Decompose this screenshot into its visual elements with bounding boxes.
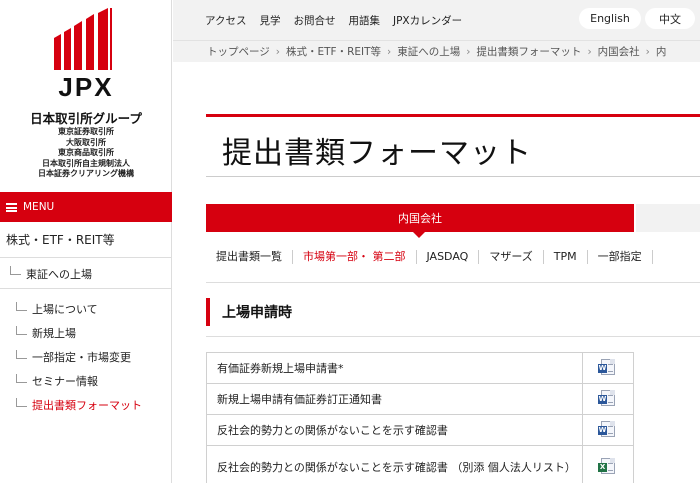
sidebar-item-seminar[interactable]: セミナー情報 xyxy=(0,369,172,393)
tree-branch-icon xyxy=(16,301,27,311)
breadcrumb-item[interactable]: トップページ xyxy=(207,44,270,59)
utility-link-glossary[interactable]: 用語集 xyxy=(348,13,380,28)
tab-foreign-company[interactable] xyxy=(636,204,700,232)
subsidiary-list: 東京証券取引所 大阪取引所 東京商品取引所 日本取引所自主規制法人 日本証券クリ… xyxy=(0,127,172,180)
sidebar-item-stocks-etf-reit[interactable]: 株式・ETF・REIT等 xyxy=(0,222,172,258)
section-divider xyxy=(206,336,700,337)
sidebar-item-label: 株式・ETF・REIT等 xyxy=(6,233,115,247)
subnav-document-list[interactable]: 提出書類一覧 xyxy=(206,250,293,264)
sidebar-item-label: 新規上場 xyxy=(32,327,76,340)
breadcrumb-separator-icon: › xyxy=(275,45,280,58)
breadcrumb-item[interactable]: 内国会社 xyxy=(598,44,640,59)
download-cell: W xyxy=(582,383,634,415)
english-button[interactable]: English xyxy=(579,8,641,29)
company-type-tabs: 内国会社 xyxy=(206,204,700,238)
document-name[interactable]: 反社会的勢力との関係がないことを示す確認書 xyxy=(205,414,584,446)
breadcrumb-item[interactable]: 提出書類フォーマット xyxy=(476,44,581,59)
tree-branch-icon xyxy=(10,266,21,275)
jpx-logo[interactable]: JPX 日本取引所グループ 東京証券取引所 大阪取引所 東京商品取引所 日本取引… xyxy=(0,0,172,190)
subnav-tpm[interactable]: TPM xyxy=(544,250,588,264)
download-cell: X xyxy=(582,445,634,483)
subsidiary-name: 東京証券取引所 xyxy=(58,127,114,136)
subnav-mothers[interactable]: マザーズ xyxy=(479,250,544,264)
menu-label: MENU xyxy=(23,201,55,213)
sidebar-item-tse-listing[interactable]: 東証への上場 xyxy=(0,259,172,289)
jpx-logo-mark-icon xyxy=(54,8,112,70)
sidebar-item-about-listing[interactable]: 上場について xyxy=(0,297,172,321)
breadcrumb-item[interactable]: 内 xyxy=(656,44,667,59)
subnav-first-second-section[interactable]: 市場第一部・ 第二部 xyxy=(293,250,417,264)
breadcrumb-separator-icon: › xyxy=(466,45,471,58)
title-divider xyxy=(206,176,700,177)
group-name: 日本取引所グループ xyxy=(30,111,142,126)
sidebar-item-label: セミナー情報 xyxy=(32,375,98,388)
tree-branch-icon xyxy=(16,349,27,359)
document-table: 有価証券新規上場申請書* W 新規上場申請有価証券訂正通知書 W 反社会的勢力と… xyxy=(205,352,634,483)
sidebar-item-market-change[interactable]: 一部指定・市場変更 xyxy=(0,345,172,369)
download-cell: W xyxy=(582,414,634,446)
market-subnav: 提出書類一覧 市場第一部・ 第二部 JASDAQ マザーズ TPM 一部指定 xyxy=(206,246,653,268)
breadcrumb-item[interactable]: 東証への上場 xyxy=(397,44,460,59)
table-row: 有価証券新規上場申請書* W xyxy=(205,352,634,384)
breadcrumb-item[interactable]: 株式・ETF・REIT等 xyxy=(286,44,381,59)
subnav-first-section-designation[interactable]: 一部指定 xyxy=(588,250,653,264)
utility-link-tour[interactable]: 見学 xyxy=(259,13,280,28)
word-icon[interactable]: W xyxy=(598,358,616,375)
breadcrumb-separator-icon: › xyxy=(645,45,650,58)
sidebar-item-new-listing[interactable]: 新規上場 xyxy=(0,321,172,345)
sidebar: JPX 日本取引所グループ 東京証券取引所 大阪取引所 東京商品取引所 日本取引… xyxy=(0,0,172,483)
sidebar-item-label: 上場について xyxy=(32,303,98,316)
sidebar-item-label: 一部指定・市場変更 xyxy=(32,351,131,364)
table-row: 反社会的勢力との関係がないことを示す確認書 （別添 個人法人リスト） X xyxy=(205,445,634,483)
logo-text: JPX xyxy=(58,72,114,102)
menu-button[interactable]: MENU xyxy=(0,192,172,222)
word-icon[interactable]: W xyxy=(598,389,616,406)
utility-link-contact[interactable]: お問合せ xyxy=(293,13,335,28)
sidebar-item-document-formats[interactable]: 提出書類フォーマット xyxy=(0,393,172,417)
table-row: 反社会的勢力との関係がないことを示す確認書 W xyxy=(205,414,634,446)
tree-branch-icon xyxy=(16,325,27,335)
download-cell: W xyxy=(582,352,634,384)
page-title: 提出書類フォーマット xyxy=(222,136,532,171)
tab-domestic-company[interactable]: 内国会社 xyxy=(206,204,634,238)
title-accent-bar xyxy=(206,114,700,117)
subsidiary-name: 東京商品取引所 xyxy=(58,148,114,157)
utility-link-access[interactable]: アクセス xyxy=(205,13,246,28)
breadcrumb: トップページ › 株式・ETF・REIT等 › 東証への上場 › 提出書類フォー… xyxy=(173,40,700,62)
word-icon[interactable]: W xyxy=(598,420,616,437)
subsidiary-name: 大阪取引所 xyxy=(66,137,106,147)
section-divider xyxy=(206,282,700,283)
document-name[interactable]: 新規上場申請有価証券訂正通知書 xyxy=(205,383,584,415)
breadcrumb-separator-icon: › xyxy=(387,45,392,58)
subnav-jasdaq[interactable]: JASDAQ xyxy=(417,250,480,264)
subsidiary-name: 日本取引所自主規制法人 xyxy=(42,158,130,168)
excel-icon[interactable]: X xyxy=(598,458,616,474)
tree-branch-icon xyxy=(16,373,27,383)
tree-branch-icon xyxy=(16,397,27,407)
tab-label: 内国会社 xyxy=(398,212,442,225)
section-heading: 上場申請時 xyxy=(206,298,292,326)
sidebar-item-label: 東証への上場 xyxy=(26,267,92,281)
document-name[interactable]: 反社会的勢力との関係がないことを示す確認書 （別添 個人法人リスト） xyxy=(205,445,584,483)
utility-nav: アクセス 見学 お問合せ 用語集 JPXカレンダー xyxy=(205,13,475,28)
top-utility-bar: アクセス 見学 お問合せ 用語集 JPXカレンダー English 中文 xyxy=(173,0,700,40)
table-row: 新規上場申請有価証券訂正通知書 W xyxy=(205,383,634,415)
subsidiary-name: 日本証券クリアリング機構 xyxy=(38,169,134,178)
sidebar-item-label: 提出書類フォーマット xyxy=(32,399,142,412)
utility-link-calendar[interactable]: JPXカレンダー xyxy=(393,13,462,28)
breadcrumb-separator-icon: › xyxy=(587,45,592,58)
hamburger-icon xyxy=(6,202,17,212)
document-name[interactable]: 有価証券新規上場申請書* xyxy=(205,352,584,384)
chinese-button[interactable]: 中文 xyxy=(645,8,695,29)
